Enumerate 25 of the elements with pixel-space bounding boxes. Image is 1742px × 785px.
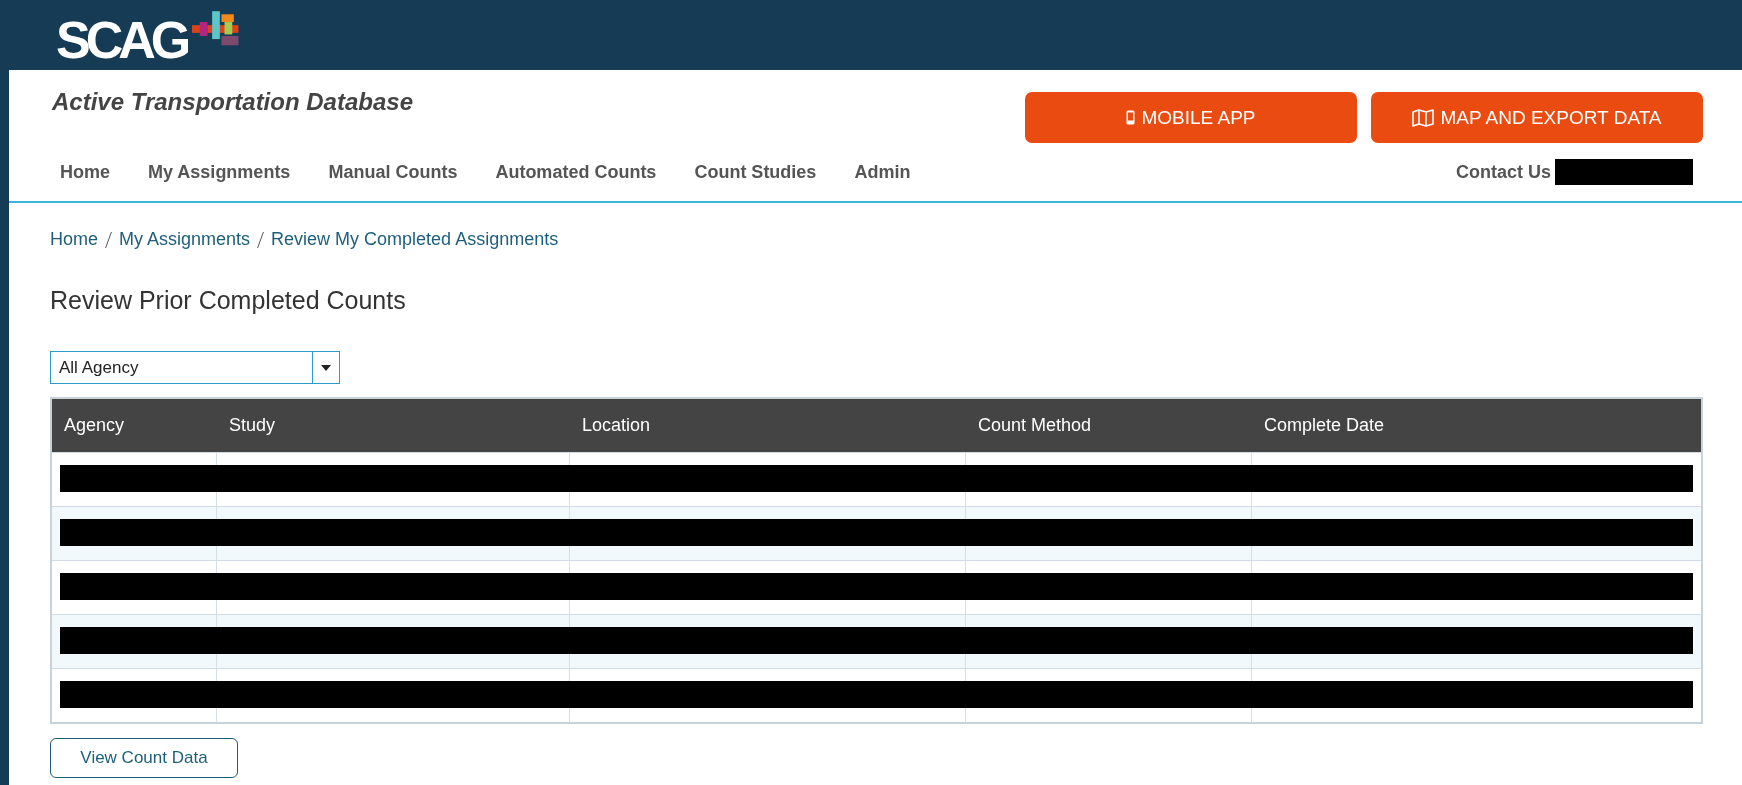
column-header: Location <box>581 415 652 436</box>
agency-select[interactable]: All Agency <box>50 351 340 384</box>
column-header: Count Method <box>977 415 1093 436</box>
map-icon <box>1412 108 1435 127</box>
header-button[interactable]: MOBILE APP <box>1025 92 1357 143</box>
nav-link[interactable]: Count Studies <box>694 162 817 183</box>
nav-link[interactable]: Home <box>60 162 110 183</box>
nav-link[interactable]: My Assignments <box>148 162 291 183</box>
caret-icon <box>321 364 331 371</box>
page-heading: Review Prior Completed Counts <box>50 286 407 315</box>
breadcrumb-link[interactable]: My Assignments <box>119 229 251 250</box>
logo-text: SCAG <box>56 10 187 70</box>
view-count-data-button[interactable]: View Count Data <box>50 738 238 778</box>
column-header: Agency <box>63 415 126 436</box>
column-header: Complete Date <box>1263 415 1386 436</box>
nav-link[interactable]: Automated Counts <box>495 162 657 183</box>
nav-link[interactable]: Manual Counts <box>328 162 458 183</box>
app-title: Active Transportation Database <box>52 88 414 116</box>
breadcrumb-link[interactable]: Home <box>50 229 98 250</box>
breadcrumb-link[interactable]: Review My Completed Assignments <box>271 229 559 250</box>
phone-icon <box>1126 110 1136 125</box>
nav-link[interactable]: Admin <box>854 162 911 183</box>
column-header: Study <box>228 415 277 436</box>
contact-link[interactable]: Contact Us <box>1456 161 1551 183</box>
header-button[interactable]: MAP AND EXPORT DATA <box>1371 92 1703 143</box>
